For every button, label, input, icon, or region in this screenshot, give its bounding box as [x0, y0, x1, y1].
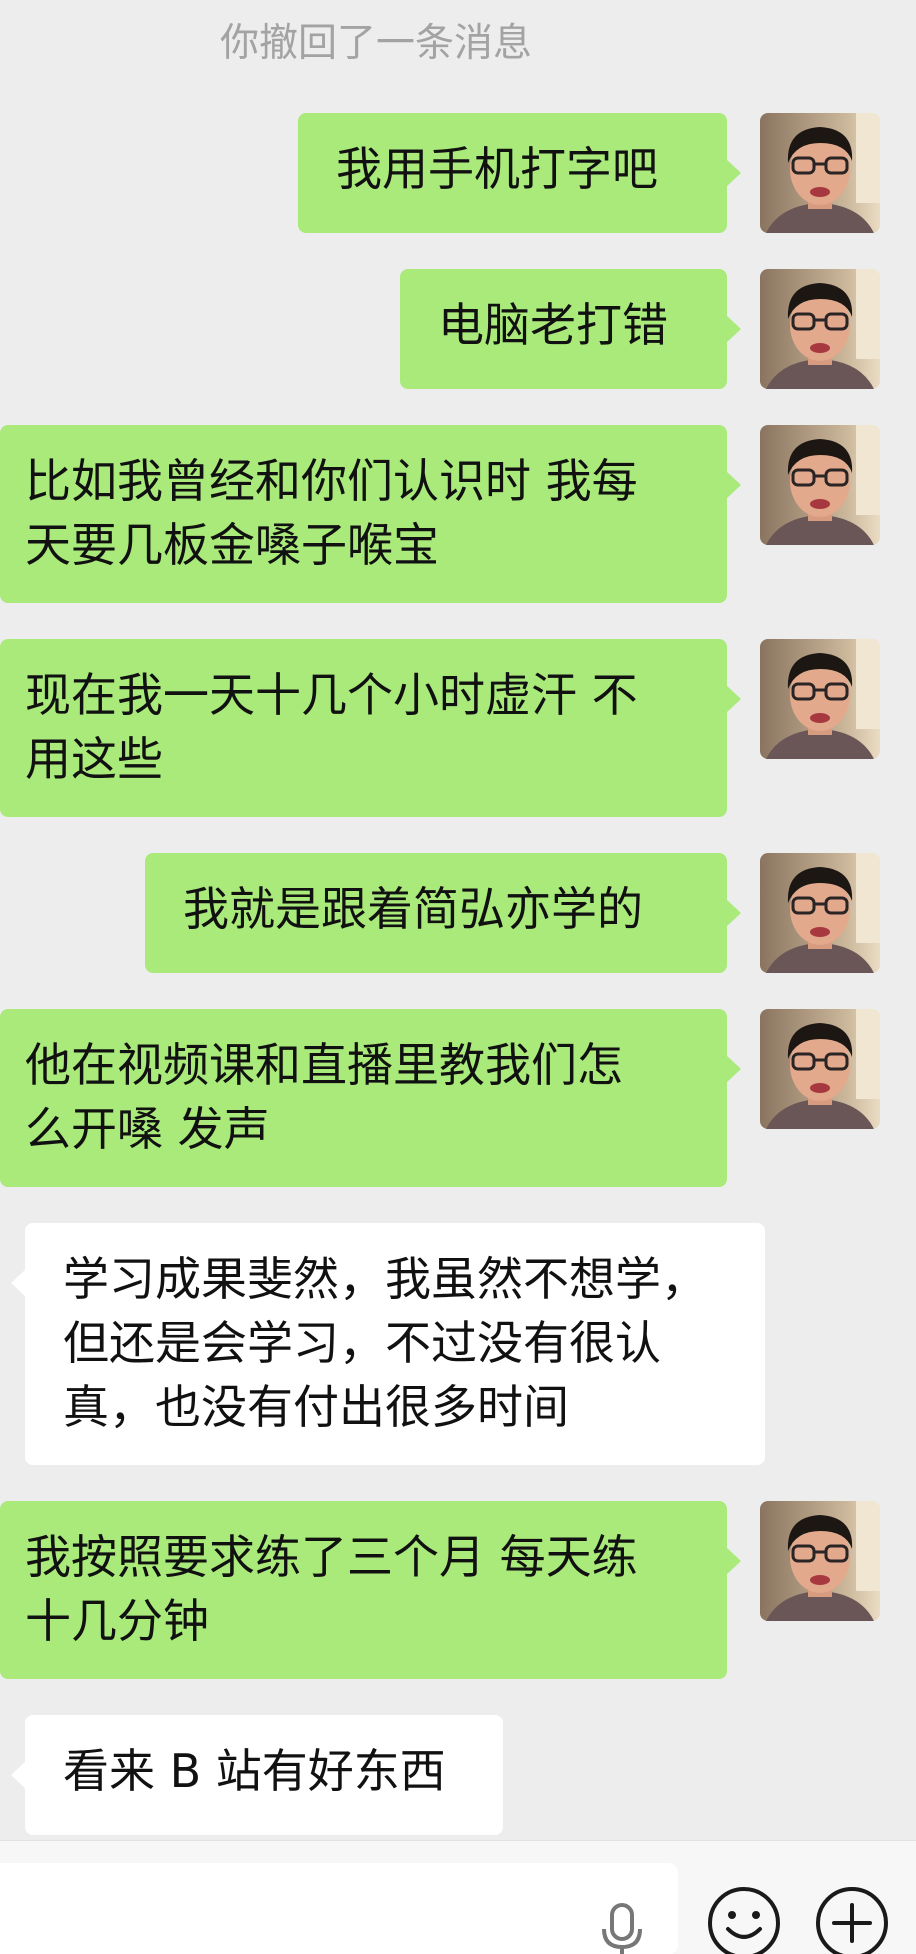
- recall-notice: 你撤回了一条消息: [219, 21, 532, 66]
- message-bubble-outgoing[interactable]: 他在视频课和直播里教我们怎 么开嗓 发声: [0, 1009, 741, 1187]
- message-bubble-incoming[interactable]: 看来 B 站有好东西: [11, 1715, 503, 1835]
- message-bubble-outgoing[interactable]: 现在我一天十几个小时虚汗 不 用这些: [0, 639, 741, 817]
- message-line: 么开嗓 发声: [25, 1102, 270, 1156]
- message-line: 真，也没有付出很多时间: [63, 1380, 569, 1434]
- message-line: 我按照要求练了三个月 每天练: [25, 1530, 638, 1584]
- chat-screen: 你撤回了一条消息 我用手机打字吧 电脑老打错 比如我曾经和你们认识时 我每 天要…: [0, 0, 916, 1954]
- avatar-photo: [760, 1009, 880, 1129]
- message-line: 但还是会学习，不过没有很认: [63, 1316, 661, 1370]
- user-avatar[interactable]: [760, 1501, 880, 1621]
- emoji-smile-icon[interactable]: [706, 1885, 782, 1954]
- message-line: 现在我一天十几个小时虚汗 不: [25, 668, 638, 722]
- user-avatar[interactable]: [760, 269, 880, 389]
- message-bubble-incoming[interactable]: 学习成果斐然，我虽然不想学， 但还是会学习，不过没有很认 真，也没有付出很多时间: [11, 1223, 765, 1465]
- avatar-photo: [760, 639, 880, 759]
- user-avatar[interactable]: [760, 425, 880, 545]
- avatar-photo: [760, 113, 880, 233]
- message-line: 我用手机打字吧: [336, 142, 658, 196]
- message-line: 他在视频课和直播里教我们怎: [25, 1038, 623, 1092]
- microphone-icon[interactable]: [600, 1903, 644, 1954]
- message-bubble-outgoing[interactable]: 电脑老打错: [400, 269, 741, 389]
- message-line: 电脑老打错: [438, 298, 668, 352]
- message-line: 学习成果斐然，我虽然不想学，: [63, 1252, 707, 1306]
- message-line: 看来 B 站有好东西: [63, 1744, 446, 1798]
- message-line: 天要几板金嗓子喉宝: [25, 518, 439, 572]
- user-avatar[interactable]: [760, 639, 880, 759]
- message-input[interactable]: [0, 1863, 678, 1954]
- message-line: 十几分钟: [25, 1594, 209, 1648]
- plus-circle-icon[interactable]: [814, 1885, 890, 1954]
- user-avatar[interactable]: [760, 1009, 880, 1129]
- message-line: 我就是跟着简弘亦学的: [183, 882, 643, 936]
- avatar-photo: [760, 1501, 880, 1621]
- user-avatar[interactable]: [760, 113, 880, 233]
- avatar-photo: [760, 269, 880, 389]
- message-line: 用这些: [25, 732, 163, 786]
- message-bubble-outgoing[interactable]: 我就是跟着简弘亦学的: [145, 853, 741, 973]
- message-line: 比如我曾经和你们认识时 我每: [25, 454, 638, 508]
- user-avatar[interactable]: [760, 853, 880, 973]
- message-bubble-outgoing[interactable]: 我按照要求练了三个月 每天练 十几分钟: [0, 1501, 741, 1679]
- input-bar: [0, 1840, 916, 1954]
- avatar-photo: [760, 853, 880, 973]
- message-bubble-outgoing[interactable]: 我用手机打字吧: [298, 113, 741, 233]
- avatar-photo: [760, 425, 880, 545]
- message-bubble-outgoing[interactable]: 比如我曾经和你们认识时 我每 天要几板金嗓子喉宝: [0, 425, 741, 603]
